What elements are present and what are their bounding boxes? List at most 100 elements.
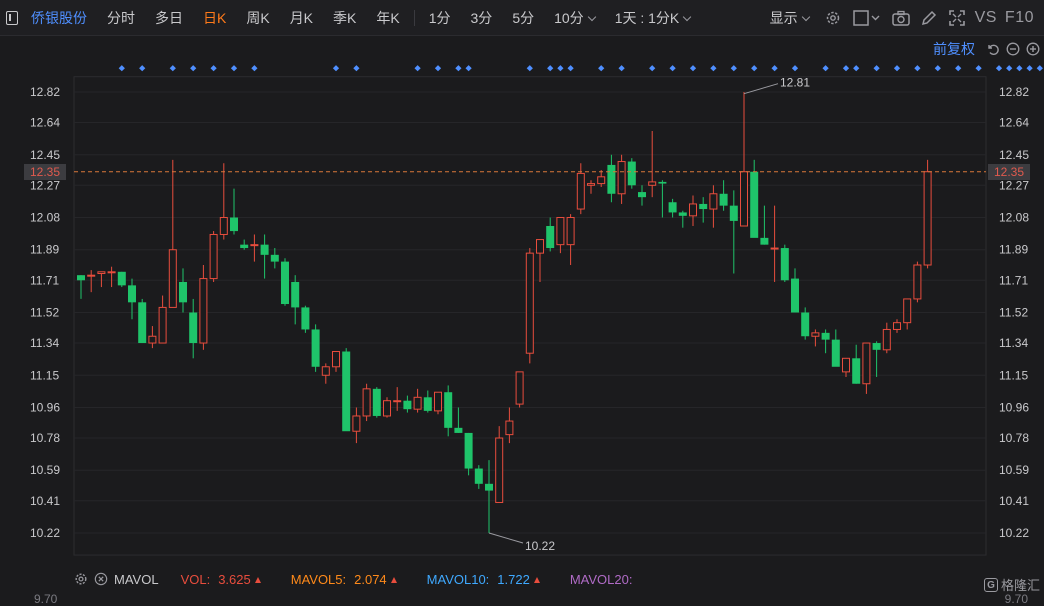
candle-body-up[interactable]	[597, 176, 606, 185]
event-marker-icon[interactable]	[190, 65, 197, 72]
event-marker-icon[interactable]	[751, 65, 758, 72]
candle-body-down[interactable]	[474, 468, 483, 484]
candle-body-up[interactable]	[587, 183, 595, 186]
candle-body-up[interactable]	[882, 328, 891, 351]
candle-body-up[interactable]	[566, 217, 575, 246]
tab-period-4[interactable]: 月K	[280, 8, 323, 28]
vs-compare-button[interactable]: VS	[975, 9, 997, 27]
candle-body-down[interactable]	[750, 171, 759, 238]
candle-body-up[interactable]	[148, 335, 157, 344]
event-marker-icon[interactable]	[955, 65, 962, 72]
event-marker-icon[interactable]	[598, 65, 605, 72]
candle-body-down[interactable]	[872, 343, 881, 350]
candle-body-down[interactable]	[301, 307, 310, 330]
event-marker-icon[interactable]	[526, 65, 533, 72]
tab-period-0[interactable]: 分时	[97, 8, 145, 28]
event-marker-icon[interactable]	[547, 65, 554, 72]
candle-body-down[interactable]	[372, 388, 381, 416]
candle-body-up[interactable]	[168, 249, 177, 308]
sidebar-toggle-icon[interactable]	[6, 10, 18, 25]
candle-body-down[interactable]	[485, 483, 493, 491]
candle-body-down[interactable]	[342, 351, 351, 432]
candle-body-down[interactable]	[138, 302, 147, 344]
candle-body-down[interactable]	[658, 181, 667, 184]
event-marker-icon[interactable]	[567, 65, 574, 72]
candle-body-up[interactable]	[576, 172, 585, 210]
candle-body-down[interactable]	[464, 432, 473, 469]
candle-body-down[interactable]	[668, 202, 677, 213]
candle-body-up[interactable]	[219, 217, 228, 235]
indicator-settings-icon[interactable]	[74, 572, 88, 586]
candle-body-up[interactable]	[740, 171, 748, 227]
candle-body-down[interactable]	[678, 212, 687, 216]
candle-body-down[interactable]	[791, 278, 799, 313]
candle-body-up[interactable]	[617, 161, 626, 195]
candlestick-chart[interactable]: 12.82 12.82 12.64 12.64 12.45 12.45 12.27 12.27…	[0, 36, 1044, 564]
candle-body-down[interactable]	[821, 332, 830, 340]
candle-body-down[interactable]	[179, 281, 187, 303]
candle-body-up[interactable]	[709, 193, 718, 210]
event-marker-icon[interactable]	[710, 65, 717, 72]
candle-body-down[interactable]	[77, 275, 85, 281]
candle-body-up[interactable]	[515, 371, 524, 405]
candle-body-up[interactable]	[536, 239, 544, 254]
candle-body-up[interactable]	[505, 420, 514, 436]
tab-period-9[interactable]: 5分	[502, 8, 544, 28]
event-marker-icon[interactable]	[353, 65, 360, 72]
draw-pen-icon[interactable]	[920, 9, 938, 27]
candle-body-up[interactable]	[321, 366, 330, 376]
candle-body-up[interactable]	[209, 233, 218, 280]
indicator-name[interactable]: MAVOL	[114, 572, 159, 587]
candle-body-down[interactable]	[760, 237, 769, 245]
candle-body-down[interactable]	[423, 397, 432, 411]
candle-body-up[interactable]	[689, 203, 697, 217]
camera-icon[interactable]	[891, 9, 910, 27]
indicator-close-icon[interactable]	[94, 572, 108, 586]
candle-body-up[interactable]	[495, 437, 504, 503]
candle-body-down[interactable]	[128, 285, 136, 303]
candle-body-up[interactable]	[383, 400, 391, 417]
candle-body-up[interactable]	[87, 274, 96, 277]
candle-body-down[interactable]	[403, 400, 412, 410]
event-marker-icon[interactable]	[649, 65, 656, 72]
tab-period-6[interactable]: 年K	[366, 8, 409, 28]
event-marker-icon[interactable]	[893, 65, 901, 72]
event-marker-icon[interactable]	[689, 65, 697, 72]
event-marker-icon[interactable]	[1026, 65, 1033, 72]
candle-body-down[interactable]	[454, 427, 463, 433]
candle-body-down[interactable]	[801, 312, 810, 337]
candle-body-up[interactable]	[362, 388, 371, 417]
event-marker-icon[interactable]	[465, 65, 472, 72]
event-marker-icon[interactable]	[842, 65, 850, 72]
candle-body-down[interactable]	[638, 192, 646, 198]
candle-body-up[interactable]	[332, 351, 340, 368]
candle-body-up[interactable]	[199, 278, 208, 344]
layout-box-icon[interactable]	[852, 9, 882, 27]
candle-body-down[interactable]	[546, 225, 555, 249]
event-marker-icon[interactable]	[995, 65, 1003, 72]
candle-body-up[interactable]	[893, 322, 901, 330]
candle-body-up[interactable]	[250, 244, 259, 247]
candle-body-down[interactable]	[281, 261, 289, 305]
event-marker-icon[interactable]	[730, 65, 737, 72]
event-marker-icon[interactable]	[210, 65, 217, 72]
stock-name[interactable]: 侨银股份	[31, 8, 87, 28]
candle-body-down[interactable]	[780, 248, 789, 281]
event-marker-icon[interactable]	[169, 65, 176, 72]
tab-period-1[interactable]: 多日	[145, 8, 193, 28]
event-marker-icon[interactable]	[873, 65, 880, 72]
event-marker-icon[interactable]	[853, 65, 860, 72]
event-marker-icon[interactable]	[914, 65, 921, 72]
tab-period-5[interactable]: 季K	[323, 8, 366, 28]
event-marker-icon[interactable]	[618, 65, 625, 72]
event-marker-icon[interactable]	[669, 65, 676, 72]
event-marker-icon[interactable]	[975, 65, 982, 72]
candle-body-up[interactable]	[107, 271, 116, 274]
candle-body-down[interactable]	[240, 244, 249, 249]
candle-body-up[interactable]	[413, 396, 422, 410]
event-marker-icon[interactable]	[771, 65, 778, 72]
candle-body-down[interactable]	[260, 244, 269, 255]
event-marker-icon[interactable]	[791, 65, 799, 72]
candle-body-up[interactable]	[158, 306, 167, 344]
candle-body-down[interactable]	[719, 193, 728, 206]
